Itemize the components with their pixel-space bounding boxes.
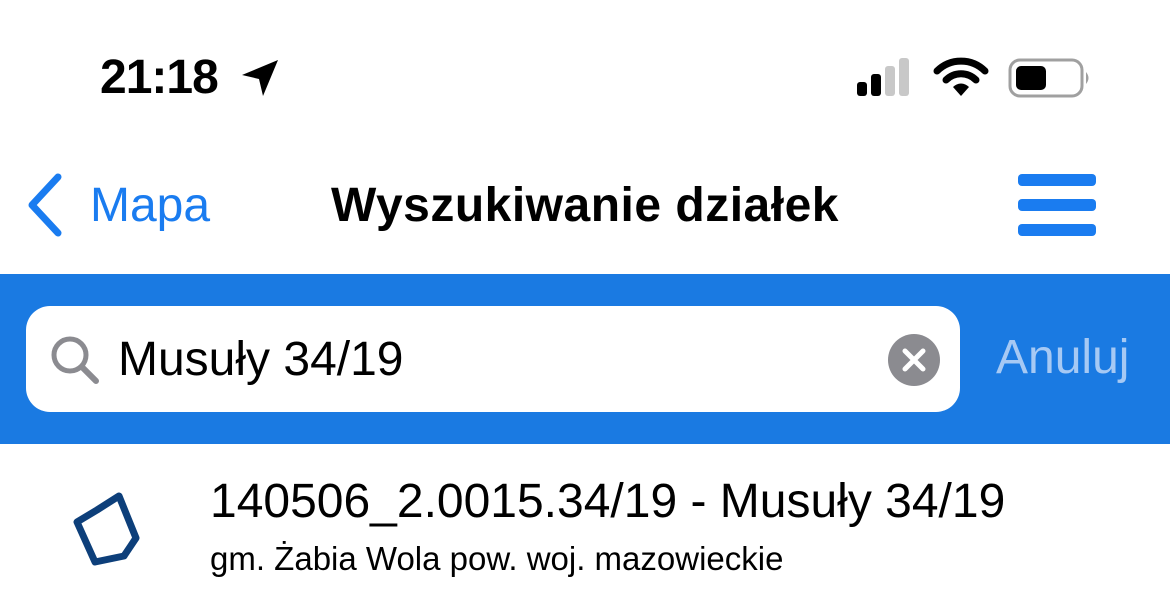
hamburger-menu-icon[interactable] — [1016, 170, 1098, 240]
search-icon — [51, 336, 99, 384]
chevron-left-icon — [28, 173, 62, 237]
parcel-polygon-icon — [73, 492, 140, 566]
list-item[interactable]: 140506_2.0015.34/19 - Musuły 34/19 gm. Ż… — [0, 444, 1170, 611]
clear-search-button[interactable] — [888, 334, 940, 386]
search-bar: Anuluj — [0, 274, 1170, 444]
back-button-label: Mapa — [90, 178, 211, 232]
status-time: 21:18 — [100, 51, 219, 104]
result-subtitle: gm. Żabia Wola pow. woj. mazowieckie — [210, 540, 784, 577]
cellular-signal-icon — [857, 58, 909, 96]
result-title: 140506_2.0015.34/19 - Musuły 34/19 — [210, 475, 1006, 528]
navigation-bar: Wyszukiwanie działek Mapa — [0, 140, 1170, 274]
cancel-button[interactable]: Anuluj — [996, 330, 1129, 385]
search-field[interactable] — [26, 306, 960, 412]
status-bar: 21:18 — [0, 0, 1170, 140]
battery-icon — [1008, 58, 1089, 98]
search-input[interactable] — [118, 326, 878, 392]
back-button[interactable]: Mapa — [22, 170, 210, 240]
location-arrow-icon — [242, 60, 278, 96]
wifi-icon — [933, 57, 989, 96]
close-icon — [902, 348, 926, 372]
